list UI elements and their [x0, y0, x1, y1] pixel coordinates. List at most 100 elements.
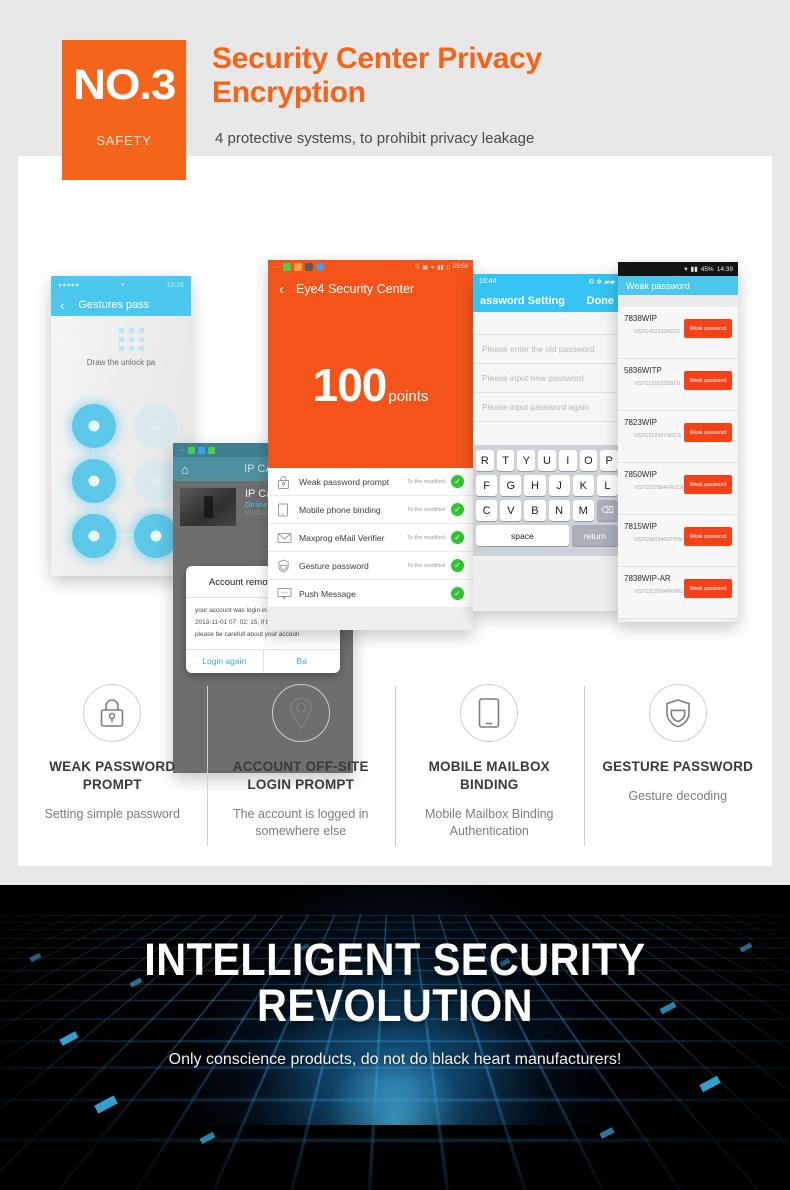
check-icon: ✓ — [451, 587, 464, 600]
page-header: NO.3 SAFETY Security Center Privacy Encr… — [0, 0, 790, 180]
key[interactable]: M — [572, 500, 594, 521]
status-badge[interactable]: Weak password — [684, 371, 732, 390]
list-item-label: Gesture password — [299, 560, 369, 571]
feature-title: WEAK PASSWORD PROMPT — [49, 759, 176, 793]
list-item-label: Weak password prompt — [299, 476, 390, 487]
done-button[interactable]: Done — [587, 295, 615, 307]
statusbar-system-icons: ⏱ ▣ ▾ ▮▮ ▯ 09:56 — [415, 264, 468, 271]
navbar-title: Gestures pass — [78, 299, 150, 311]
statusbar: ··· ⏱ ▣ ▾ ▮▮ ▯ 09:56 — [268, 260, 473, 274]
status-badge[interactable]: Weak password — [684, 475, 732, 494]
key[interactable]: H — [524, 475, 546, 496]
gesture-dot-grid[interactable] — [63, 398, 187, 563]
key[interactable]: J — [548, 475, 570, 496]
content-panel: ●●●●● ▾ 10:26 ‹ Gestures pass Draw the u… — [18, 156, 772, 866]
list-item-note: To the modified — [407, 506, 445, 513]
table-row[interactable]: 7838WIP-AR VSTC312704PKWG Weak password — [618, 567, 738, 619]
key[interactable]: B — [524, 500, 546, 521]
navbar: ‹ Gestures pass — [51, 294, 191, 316]
confirm-password-field[interactable]: Please input password again — [473, 393, 621, 422]
battery-level: 45% — [700, 265, 714, 273]
list-item[interactable]: Maxprog eMail Verifier To the modified ✓ — [268, 524, 473, 552]
signal-icon: ●●●●● — [58, 281, 80, 289]
feature-mobile-mailbox-binding: MOBILE MAILBOX BINDING Mobile Mailbox Bi… — [395, 678, 584, 866]
navbar: Weak password — [618, 276, 738, 295]
back-button[interactable]: Ba — [262, 649, 341, 673]
old-password-field[interactable]: Please enter the old password — [473, 335, 621, 364]
list-item[interactable]: Push Message ✓ — [268, 580, 473, 608]
list-item[interactable]: Gesture password To the modified ✓ — [268, 552, 473, 580]
phone-gesture-password: ●●●●● ▾ 10:26 ‹ Gestures pass Draw the u… — [51, 276, 191, 576]
table-row[interactable]: 5836WITP VSTC131632D8TU Weak password — [618, 359, 738, 411]
banner-headline-2: REVOLUTION — [256, 979, 533, 1031]
new-password-field[interactable]: Please input new password — [473, 364, 621, 393]
gesture-dot[interactable] — [63, 398, 125, 453]
form-spacer — [473, 312, 621, 335]
key[interactable]: G — [500, 475, 522, 496]
gesture-hint: Draw the unlock pa — [86, 358, 156, 367]
gesture-body: Draw the unlock pa — [51, 316, 191, 576]
gesture-dot[interactable] — [63, 453, 125, 508]
login-again-button[interactable]: Login again — [186, 650, 263, 673]
key[interactable]: R — [475, 450, 494, 471]
key[interactable]: C — [475, 500, 498, 521]
phone-security-center: ··· ⏱ ▣ ▾ ▮▮ ▯ 09:56 ‹ Eye4 Security Cen… — [268, 260, 473, 630]
dialog-actions: Login again Ba — [186, 648, 341, 673]
list-tail-padding — [268, 608, 473, 630]
onscreen-keyboard[interactable]: R T Y U I O P F G H J K L C V B N M ⌫ sp… — [473, 445, 621, 556]
gesture-dot[interactable] — [63, 508, 125, 563]
check-icon: ✓ — [451, 475, 464, 488]
space-key[interactable]: space — [476, 525, 569, 546]
key[interactable]: L — [596, 475, 619, 496]
bottom-banner: INTELLIGENT SECURITY REVOLUTION Only con… — [0, 885, 790, 1190]
statusbar-time: 16:44 — [479, 278, 497, 285]
signal-icon: ▮▮ — [437, 264, 444, 271]
status-badge[interactable]: Weak password — [684, 527, 732, 546]
table-row[interactable]: 7838WIP VSTC492320R2ZC Weak password — [618, 307, 738, 359]
statusbar-time: 14:39 — [716, 265, 733, 273]
list-item-note: To the modified — [407, 534, 445, 541]
list-item-label: Mobile phone binding — [299, 504, 381, 515]
backspace-key[interactable]: ⌫ — [596, 500, 619, 521]
feature-weak-password-prompt: WEAK PASSWORD PROMPT Setting simple pass… — [18, 678, 207, 866]
status-badge[interactable]: Weak password — [684, 319, 732, 338]
shield-icon — [277, 559, 299, 573]
key[interactable]: U — [538, 450, 556, 471]
key[interactable]: Y — [517, 450, 536, 471]
table-row[interactable]: 7850WIP VSTC537964FFLCX Weak password — [618, 463, 738, 515]
table-row[interactable]: 7823WIP VSTC312667SKCS Weak password — [618, 411, 738, 463]
key[interactable]: O — [579, 450, 598, 471]
list-item-note: To the modified — [407, 478, 445, 485]
navbar-title: assword Setting — [480, 294, 565, 307]
lock-icon — [277, 475, 299, 489]
return-key[interactable]: return — [571, 525, 618, 546]
key[interactable]: K — [572, 475, 594, 496]
phone-icon — [277, 503, 299, 517]
score-value: 100 — [312, 359, 388, 411]
list-item-label: Push Message — [299, 588, 356, 599]
feature-title: ACCOUNT OFF-SITE LOGIN PROMPT — [232, 759, 369, 793]
key[interactable]: P — [600, 450, 619, 471]
key[interactable]: T — [496, 450, 515, 471]
status-badge[interactable]: Weak password — [684, 423, 732, 442]
back-icon[interactable]: ‹ — [279, 281, 284, 298]
back-icon[interactable]: ‹ — [60, 298, 64, 313]
dialog-line-3: please be carefull about your accoun — [195, 630, 300, 638]
page-title: Security Center Privacy Encryption — [212, 42, 542, 109]
pattern-preview-icon — [119, 328, 145, 351]
key[interactable]: V — [500, 500, 522, 521]
shield-icon — [648, 684, 707, 742]
table-row[interactable]: 7815WIP VSTC560340UTPW Weak password — [618, 515, 738, 567]
statusbar: 16:44 ⚙ ✲ ▰▰ — [473, 274, 621, 289]
security-score: 100 points — [268, 358, 473, 412]
key[interactable]: I — [558, 450, 577, 471]
keyboard-row: R T Y U I O P — [475, 450, 619, 471]
navbar: ‹ Eye4 Security Center — [268, 274, 473, 304]
key[interactable]: F — [475, 475, 498, 496]
list-item-label: Maxprog eMail Verifier — [299, 532, 385, 543]
list-item[interactable]: Mobile phone binding To the modified ✓ — [268, 496, 473, 524]
key[interactable]: N — [548, 500, 570, 521]
sdcard-icon: ▣ — [422, 264, 429, 271]
list-item[interactable]: Weak password prompt To the modified ✓ — [268, 468, 473, 496]
status-badge[interactable]: Weak password — [684, 579, 732, 598]
